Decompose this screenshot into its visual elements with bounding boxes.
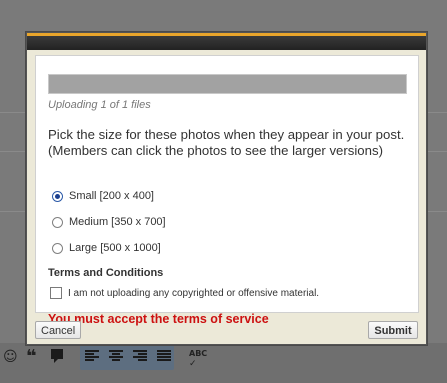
- size-option-label: Medium [350 x 700]: [69, 216, 166, 228]
- size-option-medium[interactable]: Medium [350 x 700]: [52, 214, 166, 230]
- size-option-small[interactable]: Small [200 x 400]: [52, 188, 154, 204]
- radio-medium[interactable]: [52, 216, 63, 228]
- upload-progress-bar: [48, 74, 407, 94]
- editor-toolbar: [0, 343, 447, 383]
- dialog-title-bar: [27, 33, 426, 50]
- radio-small[interactable]: [52, 190, 63, 202]
- quote-icon[interactable]: ❝: [26, 348, 37, 366]
- cancel-button[interactable]: Cancel: [35, 321, 81, 339]
- smiley-icon[interactable]: ☺: [3, 349, 18, 365]
- align-right-icon[interactable]: [133, 350, 147, 362]
- align-justify-icon[interactable]: [157, 350, 171, 362]
- spellcheck-icon[interactable]: ABC ✓: [189, 349, 208, 369]
- terms-checkbox-row[interactable]: I am not uploading any copyrighted or of…: [50, 287, 319, 299]
- radio-large[interactable]: [52, 242, 63, 254]
- upload-status-text: Uploading 1 of 1 files: [48, 99, 151, 111]
- size-prompt-line2: (Members can click the photos to see the…: [48, 143, 383, 158]
- size-option-label: Small [200 x 400]: [69, 190, 154, 202]
- size-prompt-line1: Pick the size for these photos when they…: [48, 127, 405, 142]
- spellcheck-label: ABC: [189, 349, 208, 358]
- upload-progress-fill: [49, 75, 406, 93]
- submit-button[interactable]: Submit: [368, 321, 418, 339]
- terms-heading: Terms and Conditions: [48, 267, 164, 279]
- align-left-icon[interactable]: [85, 350, 99, 362]
- terms-checkbox[interactable]: [50, 287, 62, 299]
- speech-bubble-icon[interactable]: [51, 349, 63, 365]
- size-option-label: Large [500 x 1000]: [69, 242, 161, 254]
- align-center-icon[interactable]: [109, 350, 123, 362]
- photo-upload-dialog: Uploading 1 of 1 files Pick the size for…: [26, 32, 427, 345]
- size-option-large[interactable]: Large [500 x 1000]: [52, 240, 161, 256]
- size-prompt: Pick the size for these photos when they…: [48, 127, 413, 159]
- terms-checkbox-label: I am not uploading any copyrighted or of…: [68, 287, 320, 299]
- dialog-content-panel: Uploading 1 of 1 files Pick the size for…: [35, 55, 419, 326]
- terms-error-message: You must accept the terms of service: [48, 312, 269, 326]
